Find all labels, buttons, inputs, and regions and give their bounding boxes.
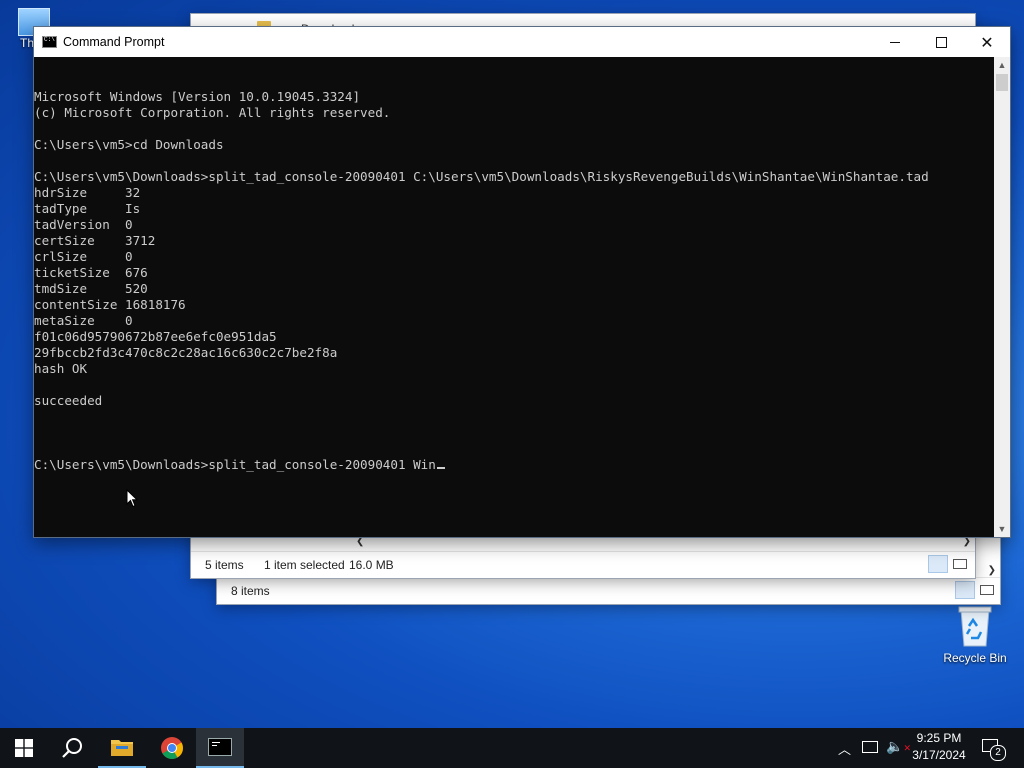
status-item-count: 8 items	[231, 584, 270, 598]
horizontal-scrollbar[interactable]: ❮ ❯	[352, 535, 975, 552]
cmd-taskbar-button[interactable]	[196, 728, 244, 768]
console-line: crlSize 0	[34, 249, 133, 264]
console-line: metaSize 0	[34, 313, 133, 328]
search-icon	[62, 738, 82, 758]
console-line: hdrSize 32	[34, 185, 141, 200]
console-line: C:\Users\vm5>cd Downloads	[34, 137, 224, 152]
vertical-scrollbar[interactable]: ▲ ▼	[994, 57, 1010, 537]
minimize-button[interactable]	[872, 27, 918, 57]
console-line: certSize 3712	[34, 233, 156, 248]
recycle-bin[interactable]: Recycle Bin	[940, 604, 1010, 665]
console-line: 29fbccb2fd3c470c8c2c28ac16c630c2c7be2f8a	[34, 345, 338, 360]
cmd-app-icon	[42, 36, 57, 48]
large-icons-view-icon	[980, 585, 994, 595]
details-view-button[interactable]	[955, 581, 975, 599]
status-item-count: 5 items	[205, 558, 244, 572]
console-line: contentSize 16818176	[34, 297, 186, 312]
command-prompt-window[interactable]: Command Prompt ✕ Microsoft Windows [Vers…	[34, 27, 1010, 537]
console-prompt-line: C:\Users\vm5\Downloads>split_tad_console…	[34, 457, 994, 473]
scroll-left-arrow[interactable]: ❮	[356, 536, 364, 547]
minimize-icon	[890, 41, 900, 43]
console-line: ticketSize 676	[34, 265, 148, 280]
console-line: tadType Is	[34, 201, 141, 216]
details-view-button[interactable]	[928, 555, 948, 573]
windows-logo-icon	[15, 739, 33, 757]
taskbar: ︿ 🔈✕ 9:25 PM 3/17/2024 2	[0, 728, 1024, 768]
clock-time: 9:25 PM	[916, 731, 962, 745]
cmd-icon	[208, 738, 232, 756]
network-icon[interactable]	[862, 741, 878, 753]
scrollbar-thumb[interactable]	[996, 74, 1008, 91]
status-bar: 5 items 1 item selected 16.0 MB	[191, 551, 975, 578]
console-line: tadVersion 0	[34, 217, 133, 232]
scroll-right-arrow[interactable]: ❯	[963, 536, 971, 547]
console-line: hash OK	[34, 361, 88, 376]
start-button[interactable]	[0, 728, 48, 768]
scroll-up-arrow[interactable]: ▲	[994, 57, 1010, 73]
console-line: C:\Users\vm5\Downloads>split_tad_console…	[34, 169, 929, 184]
large-icons-view-icon	[953, 559, 967, 569]
status-size: 16.0 MB	[349, 558, 394, 572]
scroll-right-arrow[interactable]: ❯	[988, 565, 996, 576]
recycle-bin-label: Recycle Bin	[943, 651, 1007, 665]
folder-icon	[111, 740, 133, 756]
console-line: f01c06d95790672b87ee6efc0e951da5	[34, 329, 277, 344]
chrome-icon	[161, 737, 183, 759]
cmd-titlebar[interactable]: Command Prompt ✕	[34, 27, 1010, 57]
large-icons-view-button[interactable]	[977, 581, 997, 599]
text-caret	[436, 467, 445, 469]
close-icon: ✕	[980, 32, 994, 52]
search-button[interactable]	[48, 728, 96, 768]
window-title: Command Prompt	[63, 35, 165, 49]
clock-date: 3/17/2024	[912, 748, 966, 762]
recycle-bin-icon	[958, 606, 992, 647]
show-hidden-icons-chevron-icon[interactable]: ︿	[838, 739, 851, 758]
console-line: tmdSize 520	[34, 281, 148, 296]
status-selection: 1 item selected	[264, 558, 345, 572]
prompt-text: C:\Users\vm5\Downloads>split_tad_console…	[34, 457, 436, 472]
maximize-icon	[935, 36, 947, 48]
scroll-down-arrow[interactable]: ▼	[994, 521, 1010, 537]
status-bar: 8 items	[217, 577, 1000, 604]
console-lines: Microsoft Windows [Version 10.0.19045.33…	[34, 89, 994, 425]
action-center-button[interactable]: 2	[982, 737, 1006, 761]
close-button[interactable]: ✕	[964, 27, 1010, 57]
chrome-taskbar-button[interactable]	[148, 728, 196, 768]
large-icons-view-button[interactable]	[950, 555, 970, 573]
mouse-pointer-icon	[126, 489, 138, 508]
console-line: Microsoft Windows [Version 10.0.19045.33…	[34, 89, 361, 104]
file-explorer-taskbar-button[interactable]	[98, 728, 146, 768]
notification-badge: 2	[990, 745, 1006, 761]
console-line: (c) Microsoft Corporation. All rights re…	[34, 105, 391, 120]
console-output[interactable]: Microsoft Windows [Version 10.0.19045.33…	[34, 57, 994, 537]
clock[interactable]: 9:25 PM 3/17/2024	[905, 731, 973, 762]
console-line: succeeded	[34, 393, 103, 408]
maximize-button[interactable]	[918, 27, 964, 57]
